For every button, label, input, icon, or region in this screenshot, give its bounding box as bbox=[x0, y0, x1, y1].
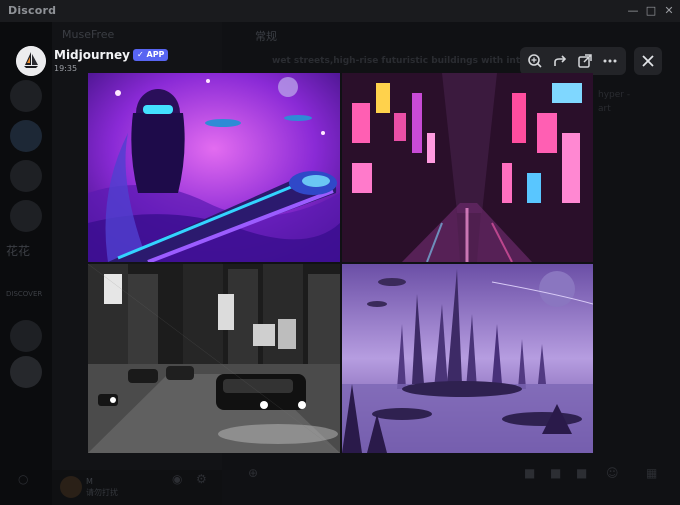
emoji-icon[interactable]: ☺ bbox=[606, 466, 619, 480]
app-badge: ✓ APP bbox=[133, 49, 169, 61]
gift-icon[interactable]: ■ bbox=[524, 466, 535, 480]
side-text-line: hyper - bbox=[598, 90, 631, 100]
channel-name: 常规 bbox=[255, 30, 277, 43]
minimize-icon[interactable]: — bbox=[625, 3, 641, 19]
neon-city-street-image[interactable] bbox=[342, 73, 593, 262]
server-name[interactable]: MuseFree bbox=[62, 28, 114, 41]
sailboat-logo bbox=[16, 46, 46, 76]
user-status: 请勿打扰 bbox=[86, 488, 118, 497]
background-message: wet streets,high-rise futuristic buildin… bbox=[272, 56, 527, 66]
alien-spire-city-image[interactable] bbox=[342, 264, 593, 453]
more-icon[interactable] bbox=[600, 51, 620, 71]
open-external-icon[interactable] bbox=[575, 51, 595, 71]
headphones-icon[interactable]: ◉ bbox=[172, 472, 182, 486]
gear-icon[interactable]: ⚙ bbox=[196, 472, 207, 486]
badge-label: APP bbox=[146, 50, 165, 59]
server-icon[interactable] bbox=[10, 160, 42, 192]
avatar[interactable] bbox=[16, 46, 46, 76]
avatar[interactable] bbox=[60, 476, 82, 498]
title-bar: Discord — □ ✕ bbox=[0, 0, 680, 22]
rainy-city-cars-image[interactable] bbox=[88, 264, 340, 453]
cyberpunk-woman-train-image[interactable] bbox=[88, 73, 340, 262]
user-name: M bbox=[86, 477, 93, 486]
sticker-icon[interactable]: ■ bbox=[576, 466, 587, 480]
maximize-icon[interactable]: □ bbox=[643, 3, 659, 19]
server-icon[interactable] bbox=[10, 356, 42, 388]
apps-icon[interactable]: ▦ bbox=[646, 466, 657, 480]
forward-icon[interactable] bbox=[550, 51, 570, 71]
close-window-icon[interactable]: ✕ bbox=[661, 3, 677, 19]
server-label[interactable]: 花花 bbox=[6, 242, 30, 259]
close-button[interactable] bbox=[634, 47, 662, 75]
download-icon[interactable]: ○ bbox=[18, 472, 28, 486]
close-icon bbox=[642, 55, 654, 67]
image-grid bbox=[88, 73, 593, 453]
gif-icon[interactable]: ■ bbox=[550, 466, 561, 480]
zoom-in-icon[interactable] bbox=[525, 51, 545, 71]
timestamp: 19:35 bbox=[54, 64, 78, 73]
server-icon[interactable] bbox=[10, 120, 42, 152]
add-attachment-icon[interactable]: ⊕ bbox=[248, 466, 258, 480]
server-icon[interactable] bbox=[10, 200, 42, 232]
server-icon[interactable] bbox=[10, 80, 42, 112]
verified-check-icon: ✓ bbox=[137, 50, 144, 59]
side-text-line: art bbox=[598, 104, 611, 114]
server-icon[interactable] bbox=[10, 320, 42, 352]
image-toolbar bbox=[520, 47, 626, 75]
app-title: Discord bbox=[8, 4, 57, 17]
server-label[interactable]: DISCOVER bbox=[6, 290, 42, 298]
background-side-text: hyper - art bbox=[598, 88, 630, 116]
